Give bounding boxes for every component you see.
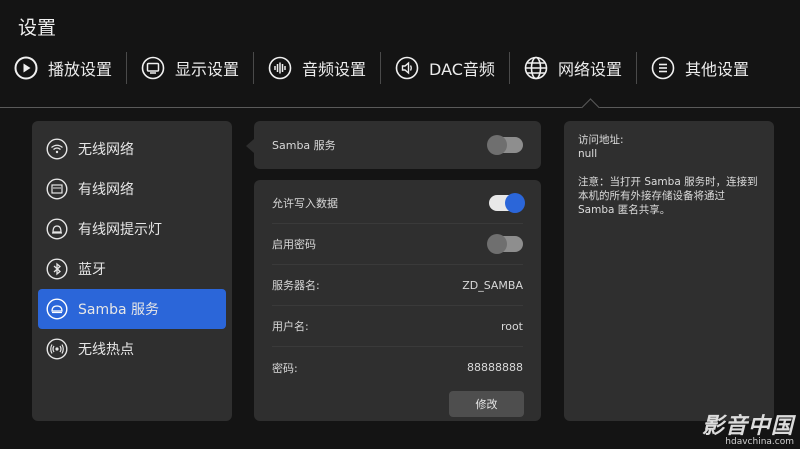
audio-wave-icon [268,56,292,80]
menu-circle-icon [651,56,675,80]
password-label: 密码: [272,361,298,375]
allow-write-toggle[interactable] [489,193,525,213]
page-title: 设置 [18,17,57,39]
tab-playback[interactable]: 播放设置 [0,44,126,92]
enable-password-label: 启用密码 [272,238,316,251]
sidebar: 无线网络 有线网络 有线网提示灯 蓝牙 Samba 服务 无线热点 [32,121,232,421]
samba-card-pointer [246,139,254,153]
samba-service-card: Samba 服务 [254,121,541,169]
sidebar-item-ethernet-led[interactable]: 有线网提示灯 [38,209,226,249]
tab-label: 网络设置 [557,60,622,79]
tab-other[interactable]: 其他设置 [637,44,763,92]
sidebar-item-label: 无线热点 [78,342,134,358]
nav-divider-line [0,107,800,108]
sidebar-item-bluetooth[interactable]: 蓝牙 [38,249,226,289]
tab-label: 播放设置 [48,60,113,79]
watermark-logo: 影音中国 [701,414,794,439]
password-row[interactable]: 密码: 88888888 [272,347,523,388]
password-value: 88888888 [467,361,523,374]
samba-note: 注意：当打开 Samba 服务时，连接到本机的所有外接存储设备将通过 Samba… [578,176,758,216]
access-address-value: null [578,148,598,160]
server-name-label: 服务器名: [272,279,320,292]
sidebar-item-label: 无线网络 [78,142,134,158]
server-name-row[interactable]: 服务器名: ZD_SAMBA [272,265,523,306]
sidebar-item-label: 有线网络 [78,182,134,198]
allow-write-row: 允许写入数据 [272,183,525,224]
tab-network[interactable]: 网络设置 [510,44,636,92]
bluetooth-icon [46,258,68,280]
globe-icon [524,56,548,80]
samba-settings-card: 允许写入数据 启用密码 服务器名: ZD_SAMBA 用户名: root 密码:… [254,180,541,421]
wifi-icon [46,138,68,160]
samba-service-toggle[interactable] [487,135,523,155]
tab-label: DAC音频 [429,60,495,79]
monitor-icon [141,56,165,80]
play-circle-icon [14,56,38,80]
sidebar-item-hotspot[interactable]: 无线热点 [38,329,226,369]
sidebar-item-label: 蓝牙 [78,262,106,278]
watermark: 影音中国 hdavchina.com [702,408,794,447]
tab-audio[interactable]: 音频设置 [254,44,380,92]
sidebar-item-label: Samba 服务 [78,302,160,318]
username-label: 用户名: [272,320,309,333]
samba-service-label: Samba 服务 [272,139,336,152]
toggle-knob [505,193,525,213]
sidebar-item-ethernet[interactable]: 有线网络 [38,169,226,209]
enable-password-toggle[interactable] [487,234,523,254]
allow-write-label: 允许写入数据 [272,197,338,210]
sidebar-item-label: 有线网提示灯 [78,222,162,238]
ethernet-icon [46,178,68,200]
tab-dac-audio[interactable]: DAC音频 [381,44,509,92]
speaker-icon [395,56,419,80]
edit-button[interactable]: 修改 [449,391,524,417]
top-nav: 播放设置 显示设置 音频设置 DAC音频 网络设置 其他设置 [0,44,800,92]
access-address-label: 访问地址: [578,134,624,146]
sidebar-item-samba[interactable]: Samba 服务 [38,289,226,329]
server-name-value: ZD_SAMBA [462,278,523,292]
toggle-knob [487,234,507,254]
username-row[interactable]: 用户名: root [272,306,523,347]
hotspot-icon [46,338,68,360]
toggle-knob [487,135,507,155]
sidebar-item-wireless[interactable]: 无线网络 [38,129,226,169]
tab-label: 其他设置 [684,60,749,79]
username-value: root [500,319,523,333]
tab-label: 音频设置 [302,60,367,79]
active-tab-pointer [581,98,600,117]
tab-label: 显示设置 [175,60,240,79]
samba-icon [46,298,68,320]
tab-display[interactable]: 显示设置 [127,44,253,92]
enable-password-row: 启用密码 [272,224,523,265]
indicator-light-icon [46,218,68,240]
info-card: 访问地址: null 注意：当打开 Samba 服务时，连接到本机的所有外接存储… [564,121,774,421]
